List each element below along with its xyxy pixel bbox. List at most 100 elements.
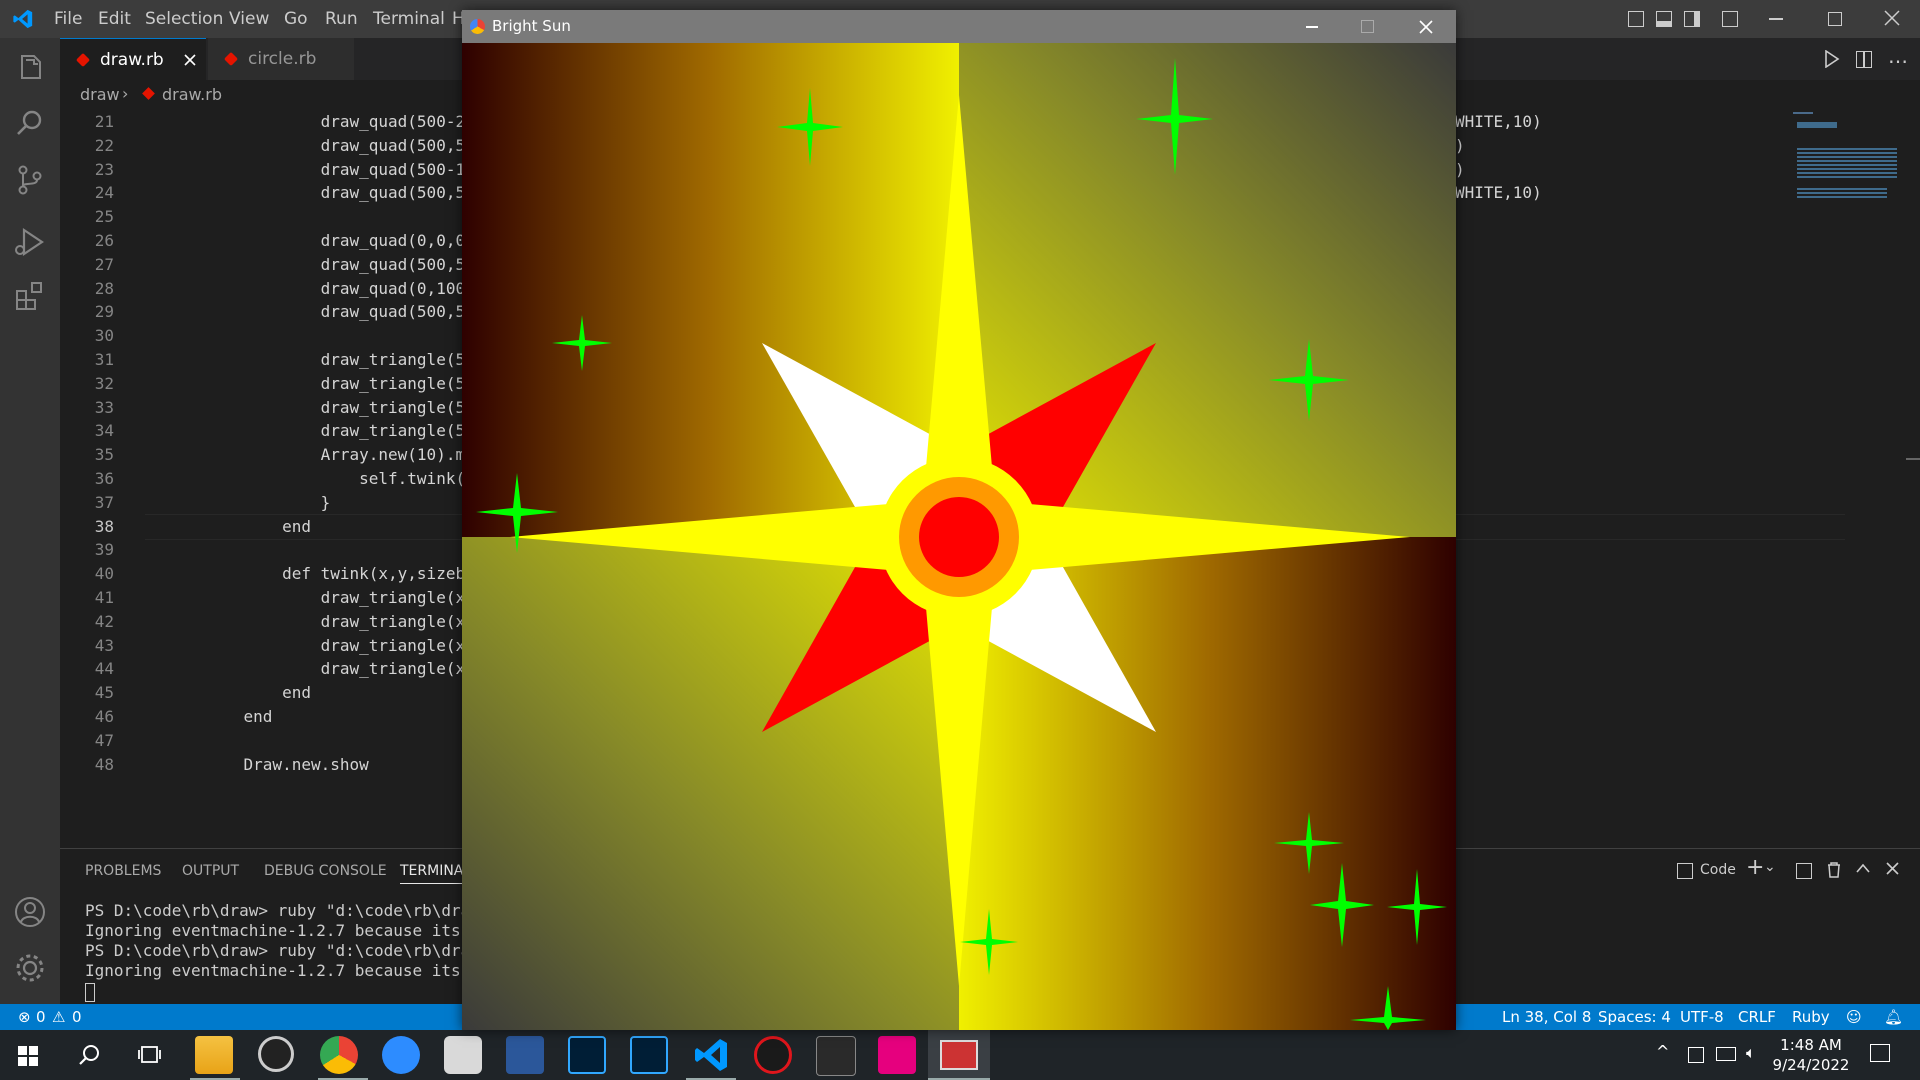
tab-draw-rb[interactable]: draw.rb	[60, 38, 206, 81]
forza-icon[interactable]	[878, 1036, 916, 1074]
close-panel-icon[interactable]	[1886, 862, 1899, 875]
gosu-window-titlebar[interactable]: Bright Sun	[462, 10, 1456, 43]
notifications-bell-icon[interactable]: 🔔︎	[1884, 1008, 1903, 1026]
close-icon[interactable]	[1884, 10, 1900, 26]
network-icon[interactable]	[1716, 1047, 1736, 1061]
source-control-icon[interactable]	[12, 162, 48, 198]
clock-time[interactable]: 1:48 AM	[1779, 1036, 1843, 1054]
menu-selection[interactable]: Selection	[145, 9, 223, 29]
panel-tab-problems[interactable]: PROBLEMS	[85, 863, 161, 879]
line-number: 45	[94, 683, 114, 703]
manage-gear-icon[interactable]	[12, 950, 48, 986]
line-ending[interactable]: CRLF	[1738, 1008, 1776, 1026]
menu-edit[interactable]: Edit	[98, 9, 131, 29]
run-file-icon[interactable]	[1824, 50, 1840, 68]
zoom-icon[interactable]	[382, 1036, 420, 1074]
line-number: 26	[94, 231, 114, 250]
cursor-position[interactable]: Ln 38, Col 8	[1502, 1008, 1591, 1026]
line-number: 24	[94, 183, 114, 203]
lightroom-icon[interactable]	[630, 1036, 668, 1074]
new-terminal-icon[interactable]: +	[1746, 855, 1764, 880]
garena-icon[interactable]	[754, 1036, 792, 1074]
line-number: 42	[94, 611, 114, 631]
vscode-taskbar-icon[interactable]	[692, 1036, 730, 1074]
chrome-icon[interactable]	[320, 1036, 358, 1074]
toggle-primary-sidebar-icon[interactable]	[1628, 11, 1644, 27]
obs-icon[interactable]	[258, 1036, 294, 1072]
line-number: 37	[94, 492, 114, 512]
meet-now-icon[interactable]	[1688, 1047, 1704, 1063]
customize-layout-icon[interactable]	[1722, 11, 1738, 27]
line-number: 30	[94, 326, 114, 346]
maximize-panel-icon[interactable]	[1856, 863, 1870, 873]
app-icon	[470, 19, 485, 34]
volume-icon[interactable]: 🔈︎	[1746, 1043, 1756, 1063]
kill-terminal-icon[interactable]	[1826, 861, 1842, 879]
taskbar-search-icon[interactable]	[78, 1044, 100, 1066]
tab-circle-rb[interactable]: circle.rb	[208, 38, 354, 80]
windows-start-icon[interactable]	[18, 1046, 38, 1066]
photoshop-icon[interactable]	[568, 1036, 606, 1074]
file-explorer-icon[interactable]	[195, 1036, 233, 1074]
terminal-line: PS D:\code\rb\draw> ruby "d:\code\rb\dra…	[85, 941, 490, 960]
tab-label: draw.rb	[100, 50, 164, 70]
toggle-secondary-sidebar-icon[interactable]	[1684, 11, 1700, 27]
window-close-icon[interactable]	[1419, 20, 1433, 34]
run-and-debug-icon[interactable]	[12, 224, 48, 260]
error-icon[interactable]: ⊗	[18, 1008, 31, 1026]
epic-games-icon[interactable]	[816, 1036, 856, 1076]
restore-icon[interactable]	[1828, 12, 1842, 26]
window-maximize-icon[interactable]	[1361, 20, 1374, 33]
clock-date[interactable]: 9/24/2022	[1770, 1056, 1852, 1074]
ruby-file-icon	[142, 87, 155, 100]
line-number: 38	[94, 516, 114, 536]
terminal-line: Ignoring eventmachine-1.2.7 because its …	[85, 961, 490, 980]
panel-tab-debug-console[interactable]: DEBUG CONSOLE	[264, 863, 387, 879]
split-terminal-icon[interactable]	[1796, 863, 1812, 879]
gosu-window-task-highlight[interactable]	[928, 1030, 990, 1080]
split-editor-icon[interactable]	[1856, 51, 1872, 68]
accounts-icon[interactable]	[12, 894, 48, 930]
minimap[interactable]	[1789, 108, 1909, 228]
toggle-panel-icon[interactable]	[1656, 11, 1672, 27]
menu-go[interactable]: Go	[284, 9, 308, 29]
tab-close-icon[interactable]	[184, 54, 196, 66]
unity-icon[interactable]	[444, 1036, 482, 1074]
terminal-shell-name[interactable]: Code	[1700, 862, 1736, 878]
code-line-tail: )	[1455, 159, 1465, 179]
feedback-icon[interactable]: ☺	[1846, 1008, 1862, 1026]
sun-canvas[interactable]	[462, 43, 1456, 1030]
line-number: 47	[94, 730, 114, 750]
panel-tab-terminal[interactable]: TERMINAL	[400, 863, 472, 884]
breadcrumb-separator-icon: ›	[122, 84, 129, 103]
terminal-dropdown-icon[interactable]: ⌄	[1764, 859, 1776, 875]
code-line-tail: )	[1455, 135, 1465, 155]
terminal-shell-icon	[1677, 863, 1693, 879]
search-icon[interactable]	[12, 106, 48, 142]
more-actions-icon[interactable]: …	[1888, 44, 1908, 68]
minimize-icon[interactable]	[1769, 18, 1783, 20]
word-icon[interactable]	[506, 1036, 544, 1074]
explorer-icon[interactable]	[12, 50, 48, 86]
tray-overflow-icon[interactable]: ^	[1656, 1042, 1669, 1061]
indentation[interactable]: Spaces: 4	[1598, 1008, 1671, 1026]
warning-icon[interactable]: ⚠	[52, 1008, 65, 1026]
menu-file[interactable]: File	[54, 9, 82, 29]
window-minimize-icon[interactable]	[1306, 26, 1318, 28]
task-view-icon[interactable]	[138, 1044, 162, 1066]
breadcrumb-folder[interactable]: draw	[80, 85, 120, 104]
error-count[interactable]: 0	[36, 1008, 46, 1026]
warning-count[interactable]: 0	[72, 1008, 82, 1026]
gosu-window[interactable]: Bright Sun	[462, 10, 1456, 1030]
action-center-icon[interactable]	[1870, 1044, 1890, 1062]
encoding[interactable]: UTF-8	[1680, 1008, 1724, 1026]
terminal-line: Ignoring eventmachine-1.2.7 because its …	[85, 921, 490, 940]
menu-view[interactable]: View	[229, 9, 269, 29]
panel-tab-output[interactable]: OUTPUT	[182, 863, 239, 879]
scrollbar-thumb[interactable]	[1906, 458, 1920, 460]
extensions-icon[interactable]	[12, 278, 48, 314]
language-mode[interactable]: Ruby	[1792, 1008, 1830, 1026]
menu-terminal[interactable]: Terminal	[373, 9, 445, 29]
menu-run[interactable]: Run	[325, 9, 358, 29]
breadcrumb-file[interactable]: draw.rb	[162, 85, 222, 104]
